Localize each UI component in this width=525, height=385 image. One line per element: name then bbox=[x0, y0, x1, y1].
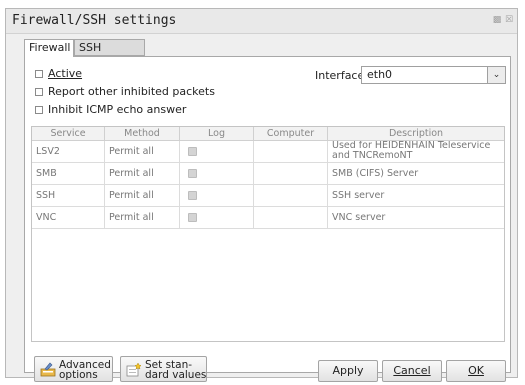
inhibit-icmp-checkbox[interactable] bbox=[35, 106, 43, 114]
interface-label: Interface bbox=[315, 69, 365, 82]
header-computer[interactable]: Computer bbox=[254, 127, 328, 140]
cell-computer[interactable] bbox=[254, 207, 328, 228]
window-title: Firewall/SSH settings bbox=[12, 13, 177, 28]
cell-computer[interactable] bbox=[254, 163, 328, 184]
interface-select[interactable]: eth0 ⌄ bbox=[361, 66, 506, 84]
table-row[interactable]: LSV2 Permit all Used for HEIDENHAIN Tele… bbox=[32, 141, 504, 163]
interface-value: eth0 bbox=[367, 68, 393, 81]
cell-log bbox=[180, 163, 254, 184]
apply-button[interactable]: Apply bbox=[318, 360, 378, 382]
cell-service: LSV2 bbox=[32, 141, 105, 162]
inhibit-icmp-label: Inhibit ICMP echo answer bbox=[48, 103, 187, 116]
cell-computer[interactable] bbox=[254, 141, 328, 162]
title-bar[interactable]: Firewall/SSH settings ▩ ☒ bbox=[6, 9, 517, 34]
cell-computer[interactable] bbox=[254, 185, 328, 206]
close-icon[interactable]: ☒ bbox=[504, 15, 514, 25]
set-standard-values-label: Set stan- dard values bbox=[145, 359, 207, 381]
tab-firewall[interactable]: Firewall bbox=[24, 39, 74, 57]
header-method[interactable]: Method bbox=[105, 127, 180, 140]
advanced-options-button[interactable]: Advanced options bbox=[34, 356, 113, 382]
reset-defaults-icon bbox=[126, 362, 142, 377]
active-checkbox[interactable] bbox=[35, 70, 43, 78]
cell-method[interactable]: Permit all bbox=[105, 185, 180, 206]
firewall-ssh-dialog: Firewall/SSH settings ▩ ☒ Firewall SSH s… bbox=[5, 8, 518, 382]
cell-description: SSH server bbox=[332, 190, 385, 201]
cell-description: SMB (CIFS) Server bbox=[332, 168, 419, 179]
cell-method[interactable]: Permit all bbox=[105, 141, 180, 162]
tab-firewall-label: Firewall bbox=[29, 41, 71, 54]
cell-method[interactable]: Permit all bbox=[105, 163, 180, 184]
log-checkbox[interactable] bbox=[188, 169, 197, 178]
table-row[interactable]: SMB Permit all SMB (CIFS) Server bbox=[32, 163, 504, 185]
report-packets-checkbox[interactable] bbox=[35, 88, 43, 96]
advanced-options-label: Advanced options bbox=[59, 359, 111, 381]
cell-description: VNC server bbox=[332, 212, 386, 223]
settings-icon bbox=[40, 362, 56, 377]
table-header: Service Method Log Computer Description bbox=[32, 127, 504, 141]
ok-button[interactable]: OK bbox=[446, 360, 506, 382]
cell-service: SMB bbox=[32, 163, 105, 184]
cell-log bbox=[180, 207, 254, 228]
table-row[interactable]: SSH Permit all SSH server bbox=[32, 185, 504, 207]
cell-description: Used for HEIDENHAIN Teleservice and TNCR… bbox=[332, 141, 491, 161]
active-label: Active bbox=[48, 67, 83, 80]
cell-log bbox=[180, 185, 254, 206]
log-checkbox[interactable] bbox=[188, 213, 197, 222]
cell-service: SSH bbox=[32, 185, 105, 206]
table-row[interactable]: VNC Permit all VNC server bbox=[32, 207, 504, 229]
header-service[interactable]: Service bbox=[32, 127, 105, 140]
log-checkbox[interactable] bbox=[188, 147, 197, 156]
report-packets-label: Report other inhibited packets bbox=[48, 85, 215, 98]
cell-method[interactable]: Permit all bbox=[105, 207, 180, 228]
cell-service: VNC bbox=[32, 207, 105, 228]
firewall-panel: Active Interface eth0 ⌄ Report other inh… bbox=[24, 56, 511, 382]
services-table: Service Method Log Computer Description … bbox=[31, 126, 505, 342]
header-log[interactable]: Log bbox=[180, 127, 254, 140]
log-checkbox[interactable] bbox=[188, 191, 197, 200]
chevron-down-icon[interactable]: ⌄ bbox=[487, 67, 505, 83]
cell-log bbox=[180, 141, 254, 162]
header-description[interactable]: Description bbox=[328, 127, 504, 140]
set-standard-values-button[interactable]: Set stan- dard values bbox=[120, 356, 207, 382]
cancel-button[interactable]: Cancel bbox=[382, 360, 442, 382]
restore-icon[interactable]: ▩ bbox=[492, 15, 502, 25]
tab-ssh-settings[interactable]: SSH settings bbox=[74, 39, 145, 69]
